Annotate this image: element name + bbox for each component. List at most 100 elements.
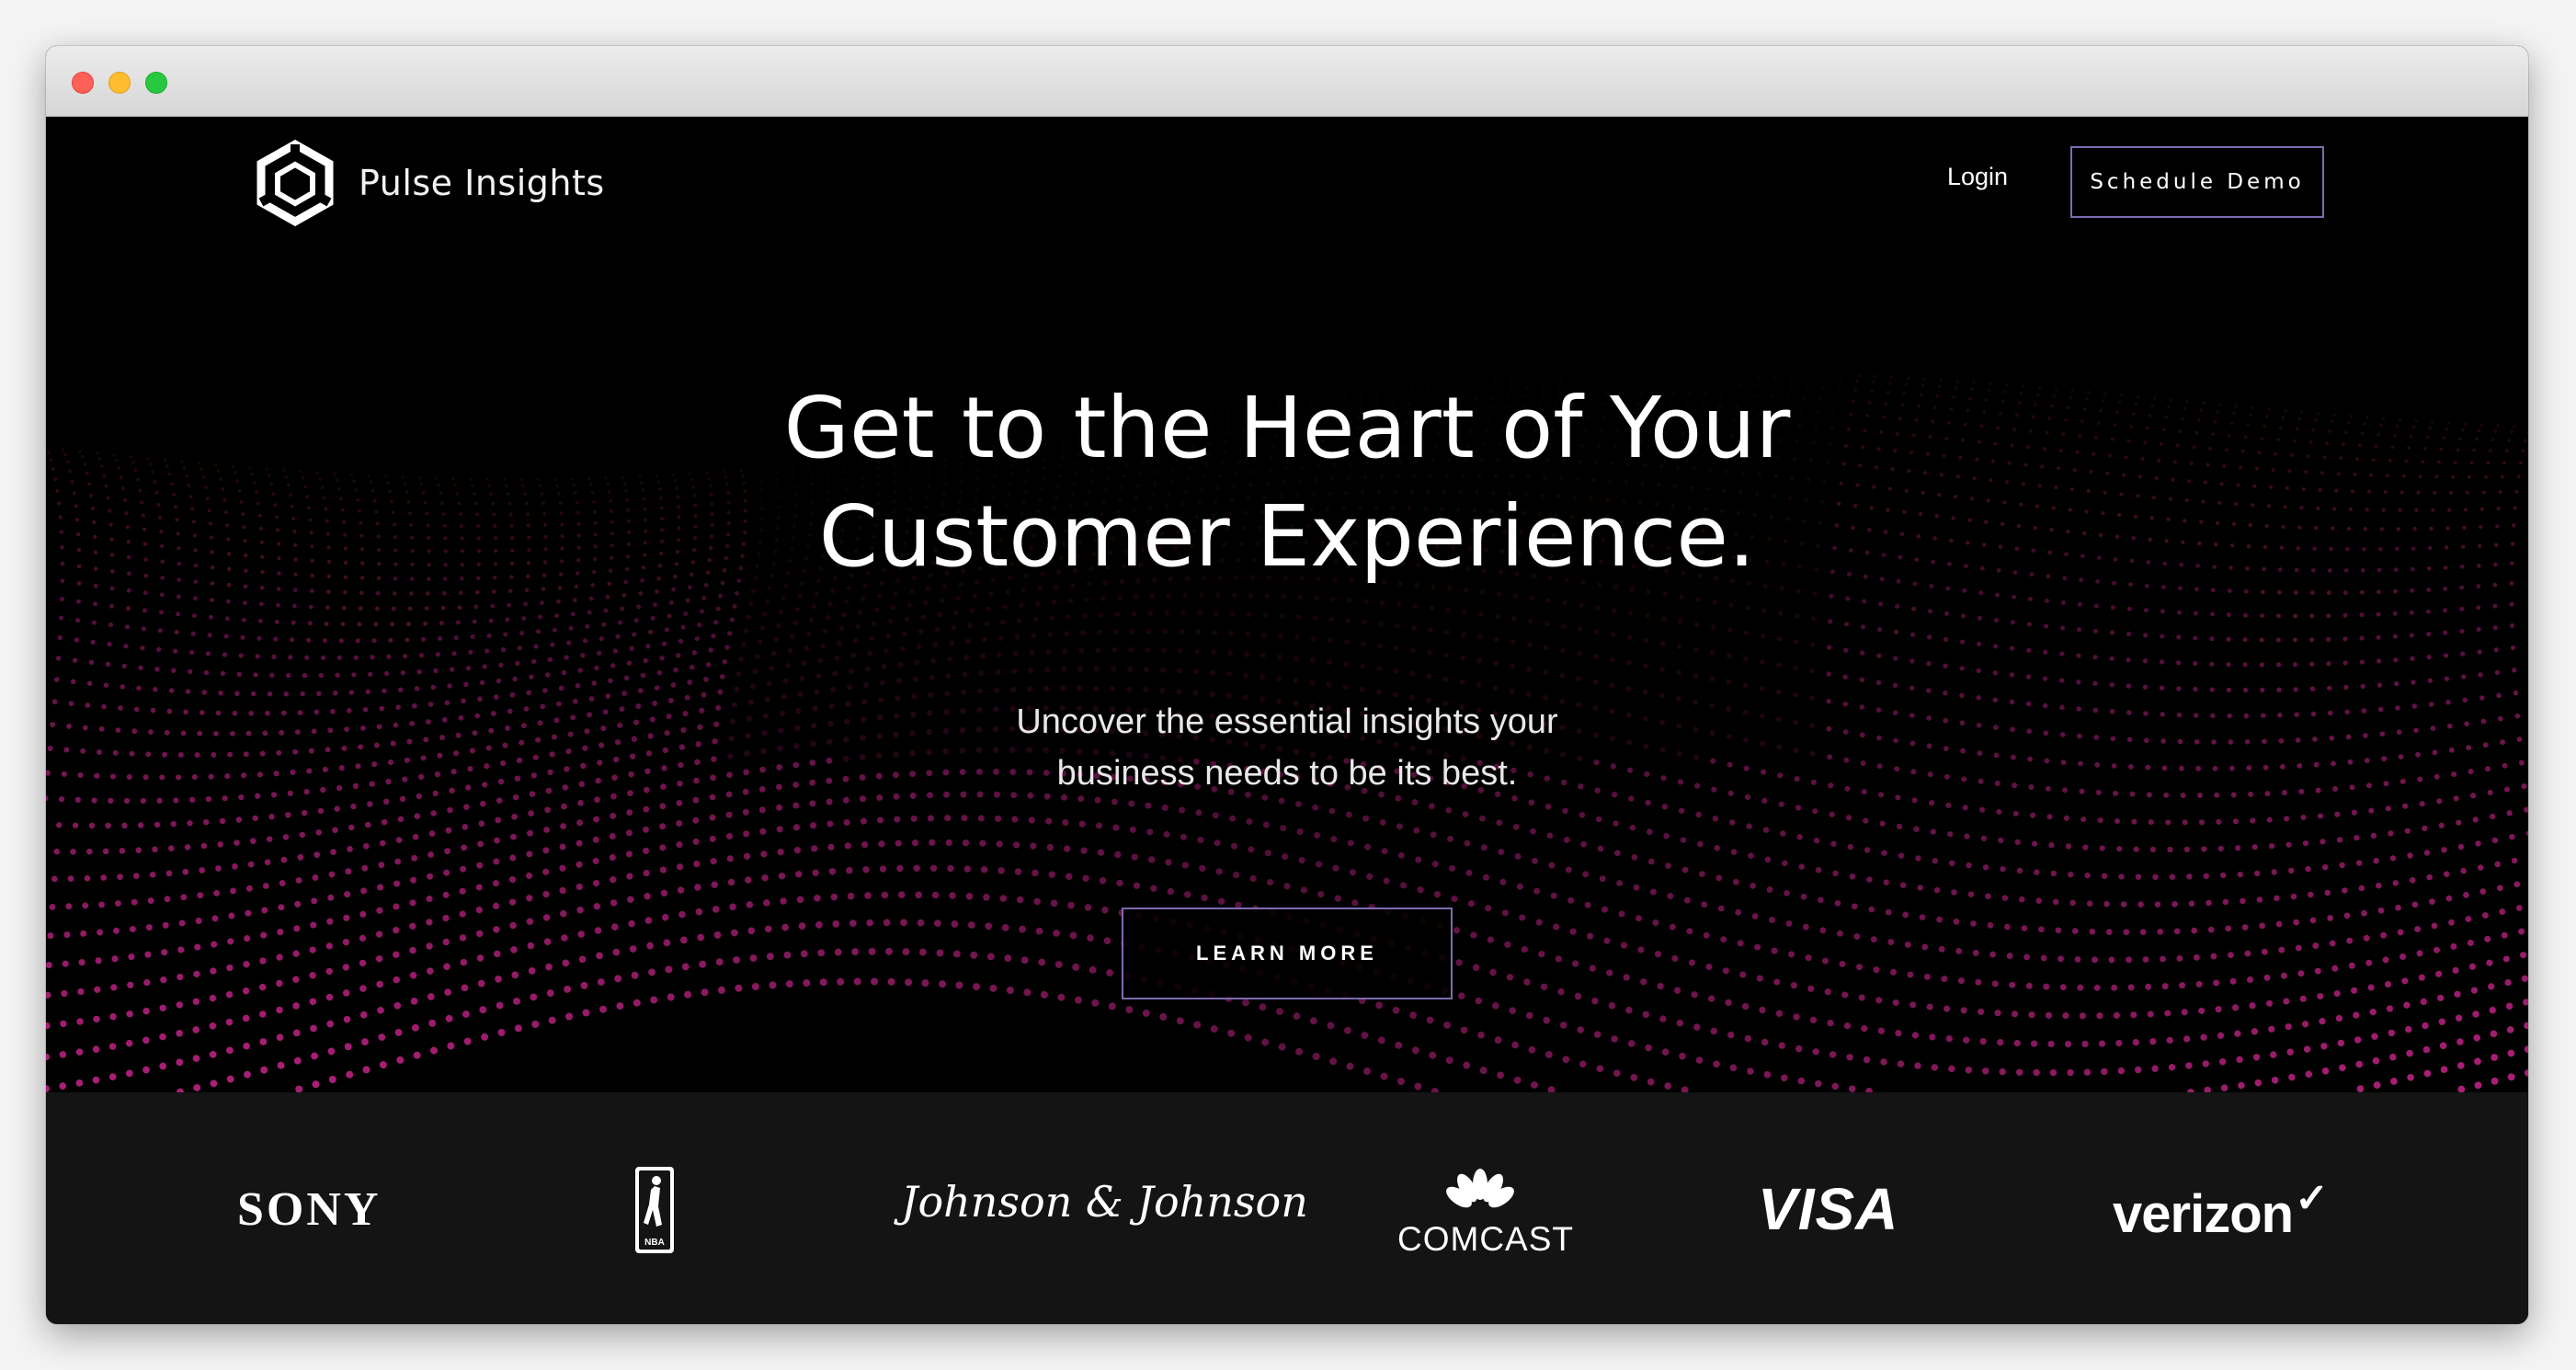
wave-dot bbox=[359, 910, 367, 918]
wave-dot bbox=[2149, 1038, 2157, 1045]
wave-dot bbox=[934, 919, 941, 928]
wave-dot bbox=[1569, 928, 1577, 935]
wave-dot bbox=[1640, 978, 1647, 986]
wave-dot bbox=[2511, 857, 2518, 864]
wave-dot bbox=[2059, 651, 2065, 656]
wave-dot bbox=[517, 645, 522, 651]
wave-dot bbox=[1460, 1026, 1468, 1034]
wave-dot bbox=[252, 815, 258, 822]
wave-dot bbox=[668, 599, 674, 605]
wave-dot bbox=[986, 606, 992, 611]
wave-dot bbox=[2147, 1010, 2154, 1018]
wave-dot bbox=[667, 993, 675, 1001]
wave-dot bbox=[1830, 840, 1837, 847]
wave-dot bbox=[1562, 1056, 1570, 1064]
wave-dot bbox=[2080, 816, 2087, 823]
wave-dot bbox=[2043, 623, 2049, 629]
wave-dot bbox=[820, 643, 826, 649]
wave-dot bbox=[1661, 616, 1667, 622]
wave-dot bbox=[1802, 923, 1809, 930]
wave-dot bbox=[442, 938, 450, 946]
wave-dot bbox=[107, 641, 112, 647]
wave-dot bbox=[124, 624, 131, 630]
wave-dot bbox=[1960, 613, 1966, 619]
wave-dot bbox=[2266, 816, 2273, 823]
wave-dot bbox=[232, 863, 238, 870]
wave-dot bbox=[310, 921, 317, 929]
wave-dot bbox=[222, 652, 228, 657]
wave-dot bbox=[1977, 615, 1983, 621]
wave-dot bbox=[1593, 654, 1599, 659]
learn-more-button[interactable]: LEARN MORE bbox=[1122, 908, 1453, 999]
wave-dot bbox=[393, 927, 400, 934]
zoom-button[interactable] bbox=[145, 72, 167, 94]
wave-dot bbox=[2052, 898, 2059, 906]
wave-dot bbox=[1444, 629, 1450, 635]
wave-dot bbox=[763, 899, 770, 907]
wave-dot bbox=[659, 823, 667, 830]
subheading-line-2: business needs to be its best. bbox=[1056, 754, 1518, 793]
wave-dot bbox=[1625, 1006, 1633, 1014]
wave-dot bbox=[228, 912, 235, 919]
wave-dot bbox=[701, 596, 707, 600]
wave-dot bbox=[647, 629, 654, 635]
wave-dot bbox=[2457, 1085, 2466, 1092]
wave-dot bbox=[1035, 600, 1041, 607]
login-link[interactable]: Login bbox=[1947, 163, 2008, 191]
wave-dot bbox=[2305, 865, 2311, 873]
wave-dot bbox=[304, 655, 310, 660]
wave-dot bbox=[1544, 621, 1550, 627]
schedule-demo-button[interactable]: Schedule Demo bbox=[2070, 146, 2324, 218]
wave-dot bbox=[747, 927, 756, 935]
wave-dot bbox=[1489, 968, 1497, 976]
wave-dot bbox=[1663, 832, 1670, 839]
wave-dot bbox=[342, 964, 350, 971]
wave-dot bbox=[1562, 807, 1568, 815]
wave-dot bbox=[817, 949, 826, 957]
wave-dot bbox=[2419, 801, 2425, 807]
wave-dot bbox=[1953, 919, 1960, 925]
wave-dot bbox=[2062, 1012, 2069, 1020]
wave-dot bbox=[866, 919, 874, 927]
wave-dot bbox=[970, 951, 978, 959]
wave-dot bbox=[1294, 801, 1302, 807]
wave-dot bbox=[511, 813, 518, 820]
wave-dot bbox=[444, 848, 451, 855]
wave-dot bbox=[1479, 815, 1486, 822]
wave-dot bbox=[849, 668, 854, 674]
wave-dot bbox=[847, 684, 853, 691]
wave-dot bbox=[2009, 981, 2016, 988]
wave-dot bbox=[1714, 845, 1720, 851]
wave-dot bbox=[709, 835, 716, 842]
wave-dot bbox=[1131, 853, 1138, 861]
site-logo[interactable]: Pulse Insights bbox=[254, 137, 605, 229]
minimize-button[interactable] bbox=[108, 72, 131, 94]
wave-dot bbox=[1959, 639, 1966, 645]
wave-dot bbox=[1343, 639, 1350, 645]
close-button[interactable] bbox=[72, 72, 94, 94]
wave-dot bbox=[2130, 1011, 2137, 1019]
wave-dot bbox=[1741, 370, 1745, 374]
nba-logo-icon: NBA bbox=[635, 1167, 674, 1253]
wave-dot bbox=[307, 621, 313, 626]
wave-dot bbox=[1980, 835, 1988, 842]
wave-dot bbox=[1376, 643, 1383, 649]
wave-dot bbox=[1214, 839, 1221, 847]
wave-dot bbox=[781, 923, 789, 931]
wave-dot bbox=[729, 903, 736, 911]
wave-dot bbox=[159, 1062, 167, 1070]
wave-dot bbox=[576, 883, 583, 891]
wave-dot bbox=[1211, 649, 1216, 656]
wave-dot bbox=[1543, 1016, 1550, 1024]
wave-dot bbox=[2031, 840, 2038, 847]
wave-dot bbox=[393, 903, 400, 910]
wave-dot bbox=[2229, 977, 2237, 985]
wave-dot bbox=[1430, 831, 1437, 839]
wave-dot bbox=[1645, 799, 1651, 806]
wave-dot bbox=[687, 679, 693, 685]
wave-dot bbox=[1616, 880, 1624, 886]
wave-dot bbox=[1785, 920, 1793, 927]
wave-dot bbox=[628, 919, 635, 928]
wave-dot bbox=[243, 1042, 250, 1050]
wave-dot bbox=[1795, 805, 1802, 811]
